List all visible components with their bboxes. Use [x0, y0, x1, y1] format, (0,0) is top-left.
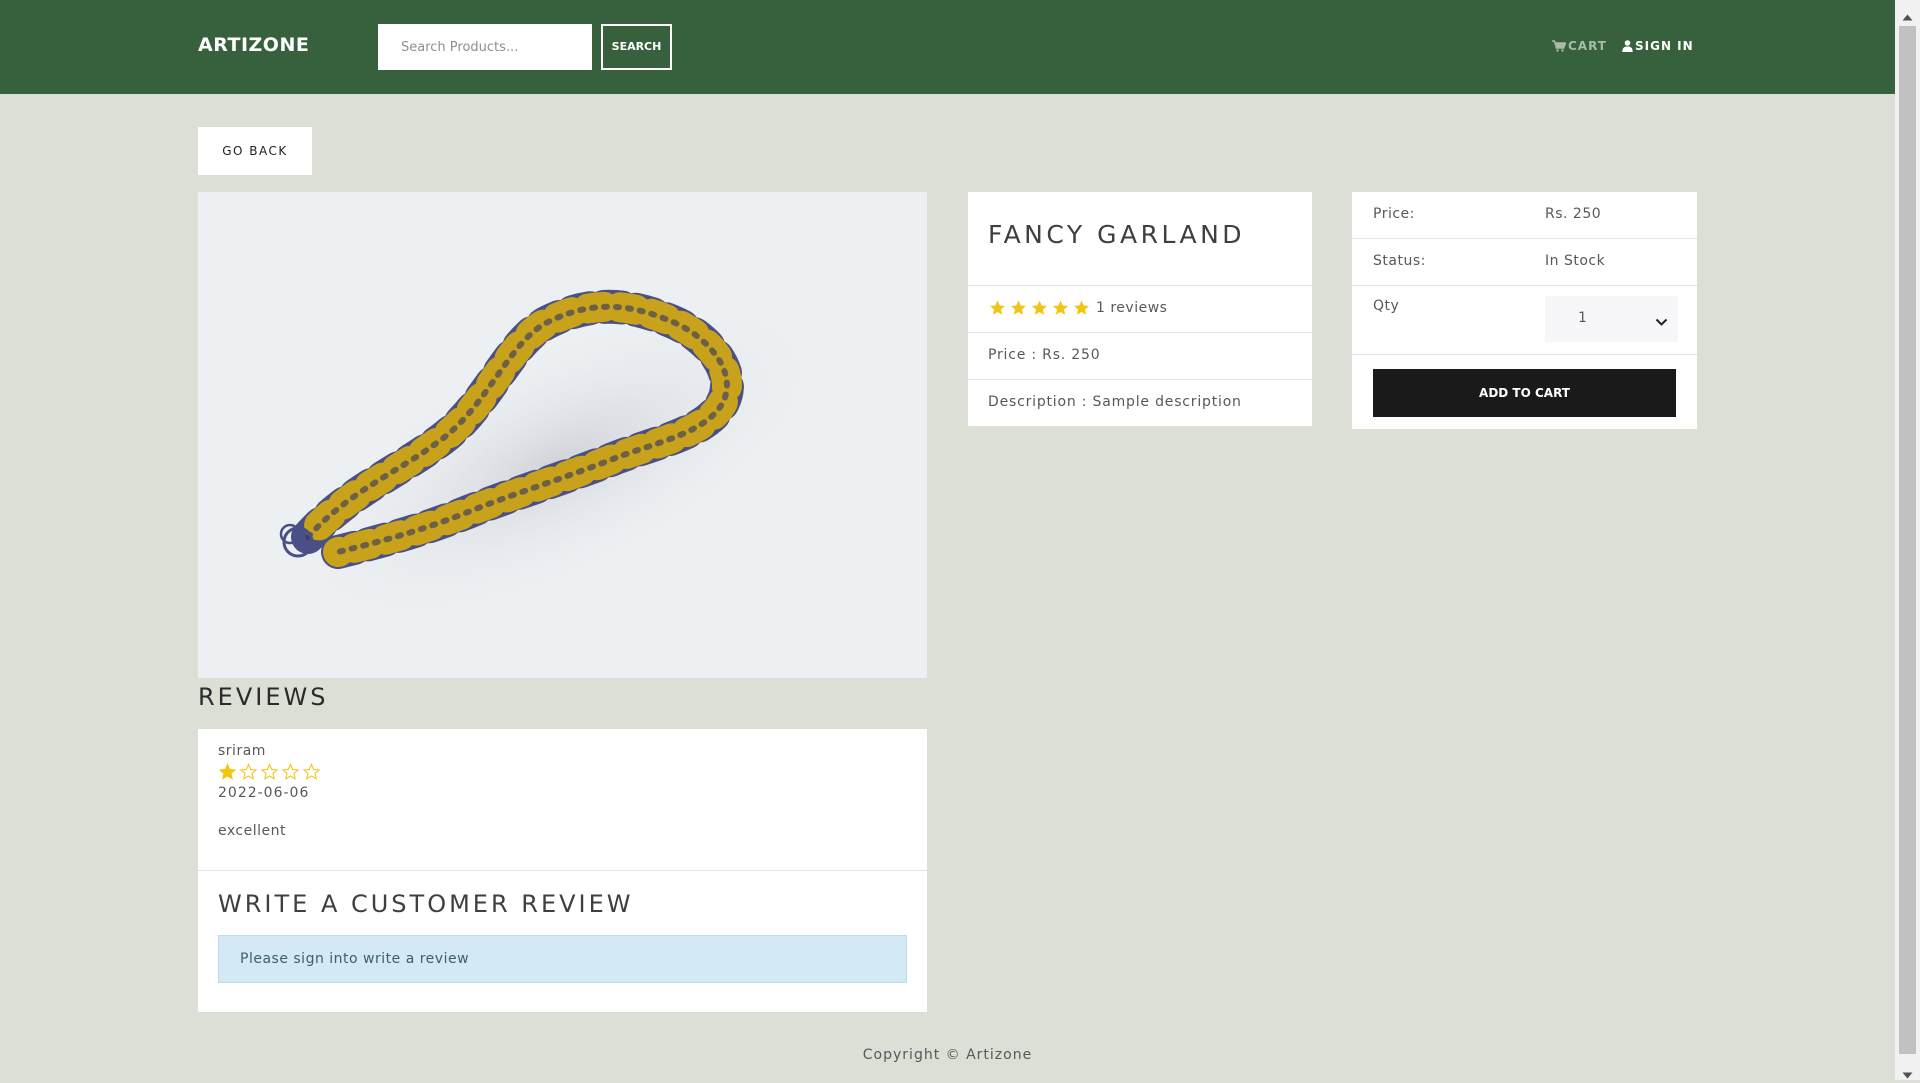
signin-label: SIGN IN: [1635, 39, 1694, 53]
signin-link[interactable]: SIGN IN: [1622, 39, 1694, 53]
reviews-count: 1 reviews: [1096, 300, 1168, 316]
star-outline-icon: [260, 763, 279, 780]
top-navbar: ARTIZONE SEARCH CART SIGN IN: [0, 0, 1895, 94]
star-outline-icon: [281, 763, 300, 780]
signin-alert-text[interactable]: Please sign into write a review: [240, 951, 469, 967]
cart-link[interactable]: CART: [1552, 39, 1607, 53]
footer-copyright: Copyright © Artizone: [862, 1047, 1033, 1063]
star-icon: [1074, 300, 1089, 315]
divider: [1352, 238, 1697, 239]
scrollbar[interactable]: [1895, 0, 1920, 1080]
purchase-card: Price: Rs. 250 Status: In Stock Qty 1 AD…: [1352, 192, 1697, 429]
product-title: FANCY GARLAND: [988, 220, 1246, 249]
star-outline-icon: [302, 763, 321, 780]
divider: [1352, 285, 1697, 286]
cart-label: CART: [1568, 39, 1607, 53]
product-price: Price : Rs. 250: [988, 347, 1101, 363]
divider: [1352, 354, 1697, 355]
divider: [968, 285, 1312, 286]
star-icon: [990, 300, 1005, 315]
star-icon: [1032, 300, 1047, 315]
scrollbar-thumb[interactable]: [1899, 26, 1916, 1054]
review-date: 2022-06-06: [218, 785, 310, 801]
qty-label: Qty: [1373, 298, 1400, 314]
review-user: sriram: [218, 743, 266, 759]
star-icon: [218, 763, 237, 780]
status-label: Status:: [1373, 253, 1426, 269]
chevron-down-icon: [1655, 312, 1668, 331]
product-info-card: FANCY GARLAND 1 reviews Price : Rs. 250 …: [968, 192, 1312, 426]
product-rating: 1 reviews: [988, 299, 1167, 317]
product-description: Description : Sample description: [988, 394, 1242, 410]
quantity-select[interactable]: 1: [1545, 296, 1678, 342]
scroll-up-icon[interactable]: [1902, 6, 1913, 25]
scroll-down-icon[interactable]: [1902, 1064, 1913, 1083]
product-image: [198, 192, 927, 678]
go-back-button[interactable]: GO BACK: [198, 127, 312, 175]
star-icon: [1053, 300, 1068, 315]
star-icon: [1011, 300, 1026, 315]
write-review-heading: WRITE A CUSTOMER REVIEW: [218, 890, 634, 918]
price-value: Rs. 250: [1545, 206, 1602, 222]
brand-logo[interactable]: ARTIZONE: [198, 34, 309, 56]
search-input[interactable]: [378, 24, 592, 70]
divider: [968, 332, 1312, 333]
star-outline-icon: [239, 763, 258, 780]
quantity-value: 1: [1578, 310, 1587, 326]
review-rating: [218, 763, 321, 781]
review-comment: excellent: [218, 823, 286, 839]
garland-image: [279, 289, 835, 630]
reviews-heading: REVIEWS: [198, 683, 329, 711]
reviews-card: sriram 2022-06-06 excellent WRITE A CUST…: [198, 729, 927, 1012]
cart-icon: [1552, 40, 1566, 52]
divider: [968, 379, 1312, 380]
user-icon: [1622, 40, 1633, 52]
signin-alert: Please sign into write a review: [218, 935, 907, 983]
search-button[interactable]: SEARCH: [601, 24, 672, 70]
add-to-cart-button[interactable]: ADD TO CART: [1373, 369, 1676, 417]
divider: [198, 870, 927, 871]
status-value: In Stock: [1545, 253, 1606, 269]
price-label: Price:: [1373, 206, 1415, 222]
